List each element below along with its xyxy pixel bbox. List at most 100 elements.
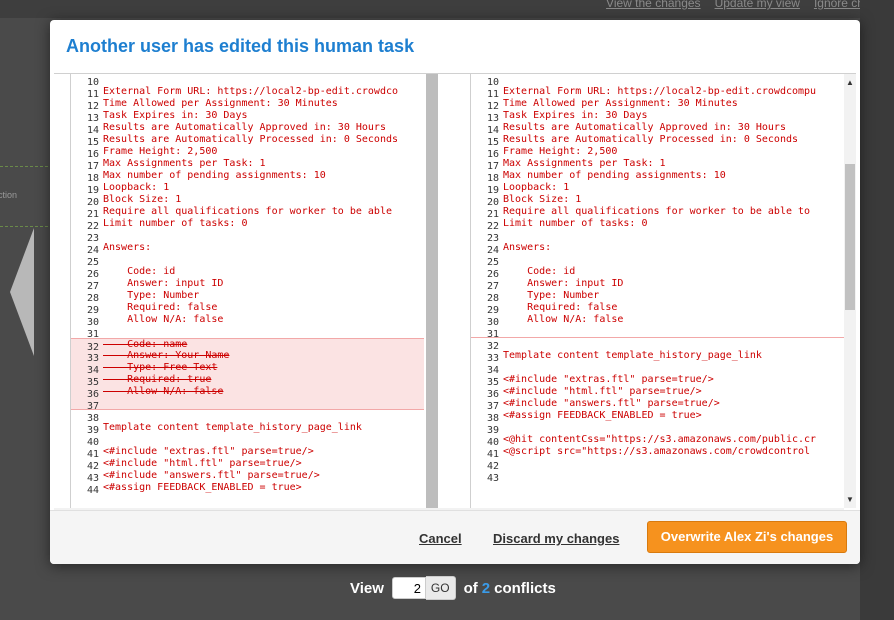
line-text: Results are Automatically Processed in: … — [503, 134, 799, 145]
diff-line: 37 — [71, 398, 425, 412]
diff-line: 12 Time Allowed per Assignment: 30 Minute… — [71, 98, 425, 112]
line-text: External Form URL: https://local2-bp-edi… — [503, 86, 817, 97]
diff-line: 34 — [471, 362, 845, 376]
diff-line: 20 Block Size: 1 — [471, 194, 845, 208]
line-text: Task Expires in: 30 Days — [503, 110, 648, 121]
line-text: Loopback: 1 — [503, 182, 570, 193]
line-text: Require all qualifications for worker to… — [503, 206, 811, 217]
conflict-count: 2 — [481, 579, 491, 597]
line-text: Time Allowed per Assignment: 30 Minutes — [103, 98, 338, 109]
line-text: Require all qualifications for worker to… — [103, 206, 392, 217]
line-text: <#include "answers.ftl" parse=true/> — [103, 470, 320, 481]
diff-line: 10 — [71, 74, 425, 88]
diff-line: 26 Code: id — [71, 266, 425, 280]
diff-line: 33 Answer: Your Name — [71, 350, 425, 364]
line-text: External Form URL: https://local2-bp-edi… — [103, 86, 399, 97]
dialog-title: Another user has edited this human task — [66, 36, 415, 56]
background-divider — [0, 226, 48, 227]
discard-changes-button[interactable]: Discard my changes — [493, 531, 619, 546]
line-text: Limit number of tasks: 0 — [103, 218, 248, 229]
vertical-scrollbar[interactable]: ▲ ▼ — [844, 74, 856, 508]
line-text: Allow N/A: false — [503, 314, 624, 325]
line-text: Code: id — [503, 266, 576, 277]
conflict-number-input[interactable] — [391, 577, 426, 599]
view-changes-link[interactable]: View the changes — [606, 0, 701, 10]
line-text: Answers: — [103, 242, 152, 253]
diff-line: 10 — [471, 74, 845, 88]
line-text: Block Size: 1 — [503, 194, 582, 205]
line-text: <@hit contentCss="https://s3.amazonaws.c… — [503, 434, 817, 445]
diff-pane-mine[interactable]: 10 11 External Form URL: https://local2-bp… — [70, 74, 425, 508]
diff-line: 34 Type: Free Text — [71, 362, 425, 376]
line-text: Time Allowed per Assignment: 30 Minutes — [503, 98, 738, 109]
diff-line: 13 Task Expires in: 30 Days — [471, 110, 845, 124]
diff-line: 38 — [71, 410, 425, 424]
diff-lines-theirs: 10 11 External Form URL: https://local2-bp… — [471, 74, 845, 484]
diff-line: 13 Task Expires in: 30 Days — [71, 110, 425, 124]
diff-line: 16 Frame Height: 2,500 — [471, 146, 845, 160]
diff-gutter — [424, 74, 470, 508]
diff-line: 39 Template content template_history_page… — [71, 422, 425, 436]
diff-line: 18 Max number of pending assignments: 10 — [471, 170, 845, 184]
diff-line: 25 — [71, 254, 425, 268]
diff-line: 32 — [471, 338, 845, 352]
pager-conflicts-label: conflicts — [494, 579, 556, 597]
line-text: Answer: input ID — [103, 278, 224, 289]
vertical-scroll-thumb[interactable] — [845, 164, 855, 310]
diff-line: 41 <@script src="https://s3.amazonaws.com… — [471, 446, 845, 460]
diff-line: 40 — [71, 434, 425, 448]
line-text: Required: false — [103, 302, 218, 313]
line-text: Type: Free Text — [103, 362, 218, 373]
line-text: Required: true — [103, 374, 212, 385]
diff-line: 30 Allow N/A: false — [471, 314, 845, 328]
diff-line: 16 Frame Height: 2,500 — [71, 146, 425, 160]
line-text: Code: id — [103, 266, 176, 277]
update-view-link[interactable]: Update my view — [715, 0, 800, 10]
line-text: Answers: — [503, 242, 552, 253]
diff-line: 24 Answers: — [471, 242, 845, 256]
line-text: Max number of pending assignments: 10 — [103, 170, 326, 181]
diff-line: 28 Type: Number — [471, 290, 845, 304]
diff-line: 25 — [471, 254, 845, 268]
go-button[interactable]: GO — [425, 576, 456, 600]
diff-line: 12 Time Allowed per Assignment: 30 Minute… — [471, 98, 845, 112]
diff-line: 30 Allow N/A: false — [71, 314, 425, 328]
diff-line: 35 Required: true — [71, 374, 425, 388]
diff-gutter-bar — [426, 74, 438, 508]
line-text: Frame Height: 2,500 — [503, 146, 618, 157]
previous-arrow-icon[interactable] — [10, 228, 34, 356]
diff-line: 32 Code: name — [71, 338, 425, 353]
diff-line: 26 Code: id — [471, 266, 845, 280]
pager-view-label: View — [350, 579, 384, 597]
line-text: Required: false — [503, 302, 618, 313]
line-text: Allow N/A: false — [103, 386, 224, 397]
cancel-button[interactable]: Cancel — [419, 531, 462, 546]
line-text: Results are Automatically Processed in: … — [103, 134, 399, 145]
line-text: Block Size: 1 — [103, 194, 182, 205]
diff-line: 17 Max Assignments per Task: 1 — [471, 158, 845, 172]
diff-line: 29 Required: false — [71, 302, 425, 316]
line-text: <#include "html.ftl" parse=true/> — [503, 386, 702, 397]
diff-line: 33 Template content template_history_page… — [471, 350, 845, 364]
diff-line: 42 — [471, 458, 845, 472]
diff-line: 40 <@hit contentCss="https://s3.amazonaws… — [471, 434, 845, 448]
diff-pane-theirs[interactable]: 10 11 External Form URL: https://local2-bp… — [470, 74, 845, 508]
diff-line: 20 Block Size: 1 — [71, 194, 425, 208]
line-text: Type: Number — [103, 290, 200, 301]
line-text: <#include "html.ftl" parse=true/> — [103, 458, 302, 469]
diff-line: 38 <#assign FEEDBACK_ENABLED = true> — [471, 410, 845, 424]
line-text: Frame Height: 2,500 — [103, 146, 218, 157]
overwrite-changes-button[interactable]: Overwrite Alex Zi's changes — [647, 521, 847, 553]
line-text: Limit number of tasks: 0 — [503, 218, 648, 229]
scroll-up-icon[interactable]: ▲ — [846, 78, 854, 87]
diff-line: 36 <#include "html.ftl" parse=true/> — [471, 386, 845, 400]
conflict-pager: View GO of 2 conflicts — [350, 576, 556, 600]
background-right-panel — [860, 0, 894, 620]
line-text: Answer: input ID — [503, 278, 624, 289]
background-side-text: ction — [0, 190, 18, 200]
line-text: Task Expires in: 30 Days — [103, 110, 248, 121]
line-text: <#assign FEEDBACK_ENABLED = true> — [503, 410, 702, 421]
line-number: 43 — [486, 473, 499, 484]
scroll-down-icon[interactable]: ▼ — [846, 495, 854, 504]
background-divider — [0, 166, 48, 167]
